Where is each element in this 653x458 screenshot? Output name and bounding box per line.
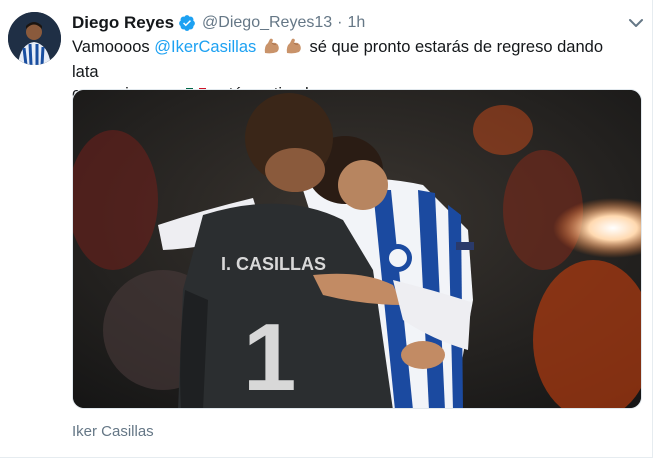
header-separator: · — [337, 14, 343, 31]
tweet-timestamp[interactable]: 1h — [347, 14, 365, 32]
jersey-number: 1 — [243, 304, 296, 409]
tweet-media-photo[interactable]: I. CASILLAS 1 — [72, 89, 642, 409]
tweet-card[interactable]: Diego Reyes @Diego_Reyes13 · 1h Vamoooos… — [0, 0, 653, 458]
flexed-biceps-emoji — [284, 37, 304, 61]
author-name[interactable]: Diego Reyes — [72, 13, 174, 33]
flexed-biceps-emoji — [262, 37, 282, 61]
media-tag-link[interactable]: Iker Casillas — [72, 423, 154, 440]
jersey-name: I. CASILLAS — [221, 254, 326, 274]
author-handle[interactable]: @Diego_Reyes13 — [202, 14, 332, 32]
tweet-header: Diego Reyes @Diego_Reyes13 · 1h — [72, 12, 365, 34]
author-avatar[interactable] — [8, 12, 61, 65]
mention-link[interactable]: @IkerCasillas — [154, 38, 256, 56]
verified-badge-icon — [178, 14, 196, 32]
chevron-down-icon[interactable] — [628, 16, 644, 28]
tweet-text-part: Vamoooos — [72, 38, 155, 56]
